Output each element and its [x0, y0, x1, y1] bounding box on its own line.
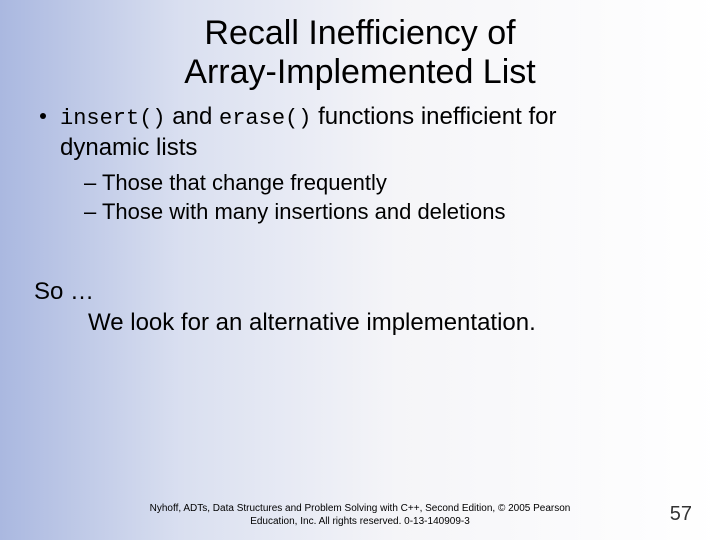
sub-bullet-1: – Those that change frequently — [84, 169, 690, 197]
bullet-line-2: dynamic lists — [60, 134, 197, 161]
footer-line-2: Education, Inc. All rights reserved. 0-1… — [250, 516, 470, 527]
bullet-main: insert() and erase() functions inefficie… — [38, 102, 690, 163]
sub-bullet-2: – Those with many insertions and deletio… — [84, 198, 690, 226]
bullet-text-mid: and — [166, 103, 219, 130]
slide: Recall Inefficiency of Array-Implemented… — [0, 0, 720, 540]
footer-copyright: Nyhoff, ADTs, Data Structures and Proble… — [0, 503, 720, 528]
page-number: 57 — [670, 503, 692, 526]
slide-body: insert() and erase() functions inefficie… — [0, 92, 720, 226]
bullet-text-tail: functions inefficient for — [311, 103, 556, 130]
sub-bullets: – Those that change frequently – Those w… — [38, 169, 690, 226]
so-line-2: We look for an alternative implementatio… — [34, 307, 690, 338]
code-erase: erase() — [219, 106, 311, 131]
title-line-2: Array-Implemented List — [184, 53, 535, 91]
so-line-1: So … — [34, 276, 690, 307]
code-insert: insert() — [60, 106, 166, 131]
bullet-dot-icon — [40, 113, 46, 119]
footer-line-1: Nyhoff, ADTs, Data Structures and Proble… — [150, 503, 571, 514]
slide-title: Recall Inefficiency of Array-Implemented… — [0, 0, 720, 92]
conclusion-block: So … We look for an alternative implemen… — [0, 228, 720, 338]
title-line-1: Recall Inefficiency of — [204, 14, 515, 52]
